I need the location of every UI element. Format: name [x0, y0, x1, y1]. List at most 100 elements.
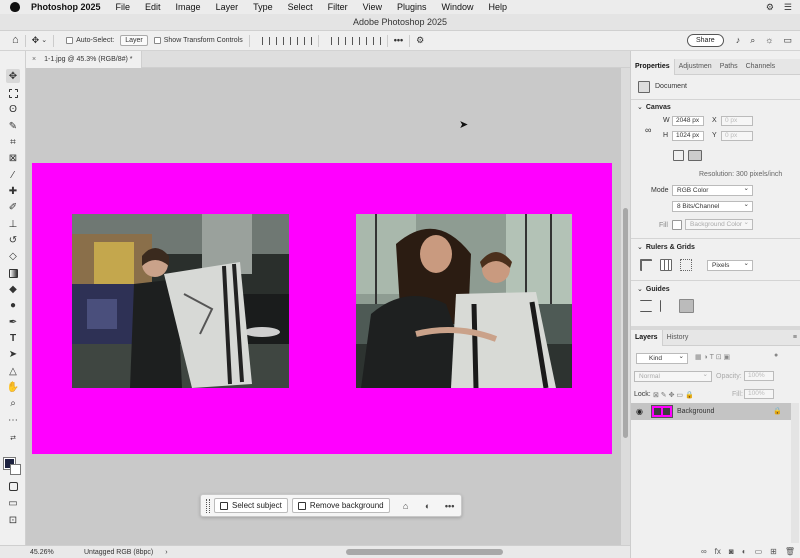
lasso-tool-icon[interactable]: ʘ	[6, 102, 20, 116]
mask-icon[interactable]: ◙	[729, 547, 734, 556]
canvas-section-header[interactable]: Canvas	[637, 103, 671, 111]
align-bottom-icon[interactable]	[358, 36, 367, 45]
background-color-swatch[interactable]	[10, 464, 21, 475]
dodge-tool-icon[interactable]: ●	[6, 298, 20, 312]
layer-kind-filter[interactable]: Kind	[636, 352, 688, 364]
frame-tool-icon[interactable]: ⊠	[6, 151, 20, 165]
layers-panel-menu-icon[interactable]: ≡	[793, 334, 797, 341]
gradient-tool-icon[interactable]	[6, 266, 20, 280]
clone-stamp-tool-icon[interactable]: ⊥	[6, 217, 20, 231]
menu-app-name[interactable]: Photoshop 2025	[24, 2, 109, 12]
auto-select-checkbox[interactable]	[66, 37, 74, 44]
type-tool-icon[interactable]: T	[6, 331, 20, 345]
guides-icon[interactable]	[640, 300, 652, 312]
zoom-tool-icon[interactable]: ⌕	[6, 396, 20, 410]
menu-select[interactable]: Select	[281, 2, 321, 12]
tab-adjustments[interactable]: Adjustmen	[675, 59, 716, 75]
history-brush-tool-icon[interactable]: ↺	[6, 233, 20, 247]
rulers-icon[interactable]	[640, 259, 652, 271]
discover-lightbulb-icon[interactable]: ☼	[765, 36, 773, 45]
path-selection-tool-icon[interactable]: ➤	[6, 347, 20, 361]
align-left-icon[interactable]	[261, 36, 270, 45]
menu-plugins[interactable]: Plugins	[390, 2, 435, 12]
adjustment-icon[interactable]: ◐	[422, 500, 434, 512]
switch-icon[interactable]: ☰	[784, 2, 792, 12]
eyedropper-tool-icon[interactable]: ⁄	[6, 168, 20, 182]
pen-tool-icon[interactable]: ✒	[6, 315, 20, 329]
menu-window[interactable]: Window	[435, 2, 482, 12]
search-icon[interactable]: ⌕	[750, 36, 755, 45]
auto-select-dropdown[interactable]: Layer	[120, 35, 148, 46]
quick-mask-icon[interactable]	[6, 479, 20, 493]
link-dimensions-icon[interactable]: ∞	[645, 125, 651, 135]
visibility-eye-icon[interactable]: ◉	[636, 407, 643, 416]
menu-help[interactable]: Help	[482, 2, 516, 12]
align-right-icon[interactable]	[289, 36, 298, 45]
object-selection-tool-icon[interactable]: ✎	[6, 119, 20, 133]
layer-row-background[interactable]: ◉ Background 🔒	[631, 403, 791, 420]
rulers-grids-section-header[interactable]: Rulers & Grids	[637, 243, 695, 251]
healing-brush-tool-icon[interactable]: ✚	[6, 184, 20, 198]
select-subject-button[interactable]: Select subject	[214, 498, 288, 513]
layer-fill-field[interactable]: 100%	[744, 389, 774, 399]
fill-select[interactable]: Background Color	[685, 218, 753, 230]
menu-edit[interactable]: Edit	[138, 2, 169, 12]
menu-type[interactable]: Type	[246, 2, 281, 12]
vertical-scrollbar[interactable]	[621, 68, 630, 545]
guides-section-header[interactable]: Guides	[637, 285, 670, 293]
distribute-horizontal-icon[interactable]	[303, 36, 312, 45]
y-field[interactable]: 0 px	[721, 131, 753, 141]
tool-preset-chevron-icon[interactable]: ⌄	[41, 37, 47, 44]
document-canvas[interactable]	[32, 163, 612, 454]
opacity-field[interactable]: 100%	[744, 371, 774, 381]
fill-swatch[interactable]	[672, 220, 682, 230]
grid-icon[interactable]	[660, 259, 672, 271]
settings-gear-icon[interactable]: ⚙	[416, 36, 424, 45]
zoom-level[interactable]: 45.26%	[30, 549, 64, 556]
vertical-scroll-thumb[interactable]	[623, 208, 628, 438]
menu-file[interactable]: File	[109, 2, 139, 12]
hand-tool-icon[interactable]: ✋	[6, 380, 20, 394]
tab-layers[interactable]: Layers	[631, 329, 663, 346]
close-tab-icon[interactable]: ×	[32, 56, 36, 63]
transform-controls-checkbox[interactable]	[153, 37, 161, 44]
share-button[interactable]: Share	[687, 34, 724, 47]
tab-properties[interactable]: Properties	[631, 58, 675, 75]
horizontal-scroll-thumb[interactable]	[346, 549, 503, 555]
align-middle-icon[interactable]	[344, 36, 353, 45]
filter-icons[interactable]: ▦ ◑ T ⊡ ▣	[695, 353, 730, 361]
layers-scrollbar[interactable]	[791, 403, 799, 543]
workspace-icon[interactable]: ▭	[783, 36, 792, 45]
guide-layout-icon[interactable]	[660, 300, 672, 312]
swap-colors-icon[interactable]: ⇄	[6, 431, 20, 445]
portrait-orientation-icon[interactable]	[673, 150, 684, 161]
status-arrow-icon[interactable]: ›	[165, 549, 167, 556]
edit-toolbar-icon[interactable]: ⊡	[6, 513, 20, 527]
tab-channels[interactable]: Channels	[742, 59, 780, 75]
blur-tool-icon[interactable]: ◆	[6, 282, 20, 296]
menu-layer[interactable]: Layer	[209, 2, 247, 12]
fx-icon[interactable]: fx	[715, 547, 721, 556]
control-center-icon[interactable]: ⚙	[766, 2, 774, 12]
move-tool-icon[interactable]: ✥	[6, 69, 20, 83]
smart-guides-icon[interactable]	[679, 299, 694, 313]
crop-tool-icon[interactable]: ⌗	[6, 135, 20, 149]
more-tools-icon[interactable]: ⋯	[6, 413, 20, 427]
new-layer-icon[interactable]: ⊞	[770, 547, 777, 556]
trash-icon[interactable]: 🗑	[785, 547, 795, 556]
drag-handle-icon[interactable]	[206, 498, 210, 513]
units-select[interactable]: Pixels	[707, 259, 753, 271]
height-field[interactable]: 1024 px	[672, 131, 704, 141]
eraser-tool-icon[interactable]: ◇	[6, 249, 20, 263]
menu-filter[interactable]: Filter	[321, 2, 356, 12]
align-top-icon[interactable]	[330, 36, 339, 45]
blend-mode-select[interactable]: Normal	[634, 370, 712, 382]
link-icon[interactable]: ∞	[701, 547, 707, 556]
filter-toggle-icon[interactable]: ●	[774, 352, 778, 359]
transform-controls-toggle[interactable]: Show Transform Controls	[153, 37, 243, 44]
menu-image[interactable]: Image	[169, 2, 209, 12]
screen-mode-icon[interactable]: ▭	[6, 496, 20, 510]
lock-icons[interactable]: ⊠ ✎ ✥ ▭ 🔒	[653, 391, 694, 399]
landscape-orientation-icon[interactable]	[688, 150, 702, 161]
transform-icon[interactable]: ⌂	[400, 500, 412, 512]
